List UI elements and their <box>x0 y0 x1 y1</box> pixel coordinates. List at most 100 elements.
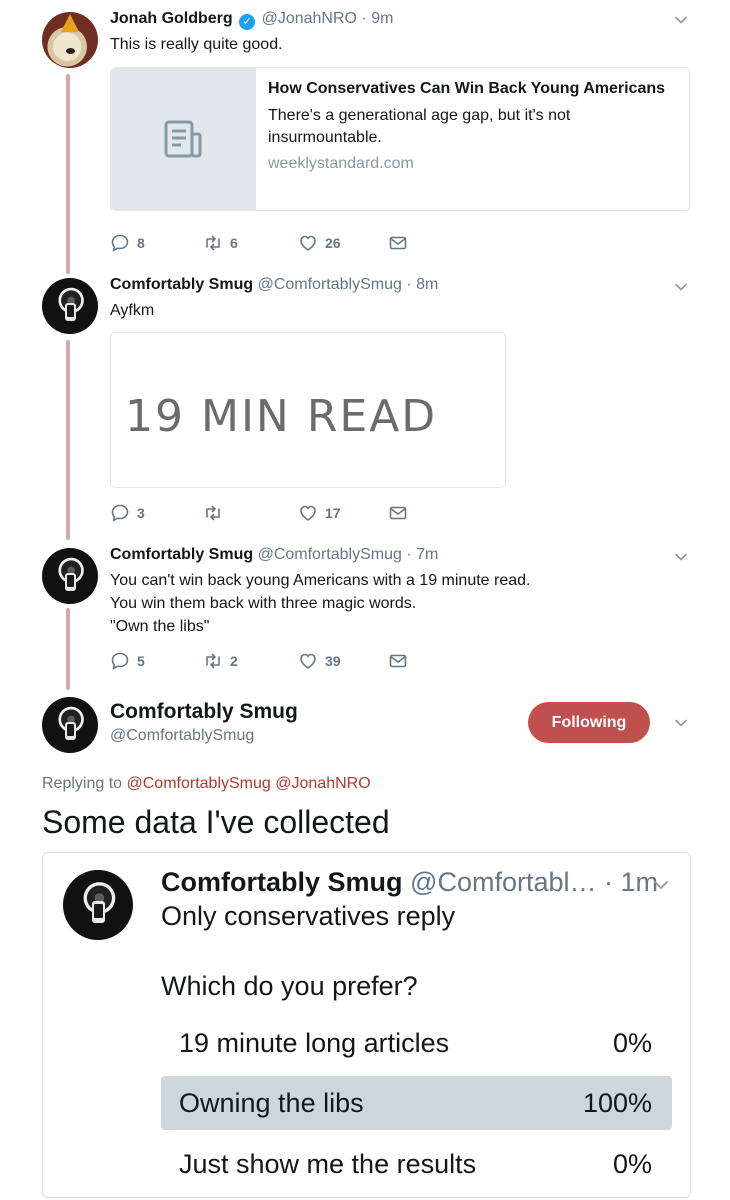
tweet-header: Comfortably Smug @ComfortablySmug · 8m <box>110 276 438 294</box>
heart-icon <box>300 235 316 251</box>
tweet-text: Ayfkm <box>110 302 155 319</box>
retweet-count: 2 <box>230 653 238 669</box>
tweet-actions: 5 2 39 <box>110 651 408 671</box>
thread-connector <box>66 608 70 690</box>
author-name[interactable]: Comfortably Smug <box>110 276 253 293</box>
poll-question: Which do you prefer? <box>161 971 418 1001</box>
reply-button[interactable]: 5 <box>110 651 203 671</box>
retweet-button[interactable]: 6 <box>203 233 298 253</box>
reply-count: 8 <box>137 235 145 251</box>
tweet-text: Some data I've collected <box>42 804 390 840</box>
poll-option-label: Just show me the results <box>179 1149 477 1179</box>
heart-icon <box>300 505 316 521</box>
message-button[interactable] <box>388 651 408 671</box>
tweet-time[interactable]: · 9m <box>361 10 393 27</box>
reply-count: 5 <box>137 653 145 669</box>
like-button[interactable]: 17 <box>298 503 388 523</box>
avatar[interactable] <box>42 548 98 604</box>
thread-connector <box>66 340 70 540</box>
tweet-text-line: "Own the libs" <box>110 618 210 635</box>
card-thumbnail <box>111 68 256 210</box>
author-handle[interactable]: @ComfortablySmug <box>258 546 402 563</box>
reply-icon <box>111 504 129 522</box>
reply-mention-link[interactable]: @JonahNRO <box>275 775 370 792</box>
tweet-text: You can't win back young Americans with … <box>110 569 530 638</box>
quoted-header: Comfortably Smug @Comfortabl… · 1m <box>161 867 658 898</box>
poll-option-percent: 0% <box>612 1028 652 1058</box>
author-handle: @Comfortabl… <box>410 867 597 897</box>
retweet-button[interactable]: 2 <box>203 651 298 671</box>
tweet-time: · 1m <box>604 867 659 897</box>
reply-button[interactable]: 8 <box>110 233 203 253</box>
tweet-actions: 3 17 <box>110 503 408 523</box>
retweet-icon <box>206 235 220 251</box>
like-count: 26 <box>325 235 341 251</box>
chevron-down-icon[interactable] <box>674 280 688 294</box>
tweet-header: Jonah Goldberg ✓ @JonahNRO · 9m <box>110 10 393 30</box>
replying-to: Replying to @ComfortablySmug @JonahNRO <box>42 775 371 793</box>
tweet-actions: 8 6 26 <box>110 233 408 253</box>
message-button[interactable] <box>388 503 408 523</box>
reply-icon <box>111 652 129 670</box>
poll-option: 19 minute long articles 0% <box>161 1016 672 1070</box>
tweet-text-line: You win them back with three magic words… <box>110 595 417 612</box>
following-button[interactable]: Following <box>528 702 650 743</box>
chevron-down-icon <box>653 877 669 893</box>
chevron-down-icon[interactable] <box>674 716 688 730</box>
reply-count: 3 <box>137 505 145 521</box>
author-name[interactable]: Jonah Goldberg <box>110 10 233 27</box>
like-button[interactable]: 26 <box>298 233 388 253</box>
card-description: There's a generational age gap, but it's… <box>268 107 571 146</box>
author-name: Comfortably Smug <box>161 867 403 897</box>
like-button[interactable]: 39 <box>298 651 388 671</box>
chevron-down-icon[interactable] <box>674 13 688 27</box>
poll-option: Owning the libs 100% <box>161 1076 672 1130</box>
author-handle[interactable]: @ComfortablySmug <box>258 276 402 293</box>
like-count: 39 <box>325 653 341 669</box>
poll-option-percent: 0% <box>612 1149 652 1179</box>
quoted-text: Only conservatives reply <box>161 901 456 931</box>
tweet-header: Comfortably Smug @ComfortablySmug · 7m <box>110 546 438 564</box>
retweet-icon <box>206 653 220 669</box>
retweet-button[interactable] <box>203 503 298 523</box>
poll-option-percent: 100% <box>582 1088 652 1118</box>
poll-option-label: 19 minute long articles <box>179 1028 450 1058</box>
thread-connector <box>66 74 70 274</box>
avatar[interactable] <box>42 12 98 68</box>
envelope-icon <box>389 654 407 668</box>
envelope-icon <box>389 506 407 520</box>
author-name[interactable]: Comfortably Smug <box>110 546 253 563</box>
chevron-down-icon[interactable] <box>674 550 688 564</box>
heart-icon <box>300 653 316 669</box>
author-handle[interactable]: @ComfortablySmug <box>110 727 254 745</box>
verified-icon: ✓ <box>239 14 256 30</box>
avatar[interactable] <box>42 697 98 753</box>
tweet-time[interactable]: · 8m <box>406 276 438 293</box>
poll-option: Just show me the results 0% <box>161 1137 672 1191</box>
envelope-icon <box>389 236 407 250</box>
like-count: 17 <box>325 505 341 521</box>
quoted-poll-image[interactable]: Comfortably Smug @Comfortabl… · 1m Only … <box>42 852 691 1198</box>
author-handle[interactable]: @JonahNRO <box>262 10 357 27</box>
reply-icon <box>111 234 129 252</box>
reply-button[interactable]: 3 <box>110 503 203 523</box>
attached-image[interactable]: 19 MIN READ <box>110 332 506 488</box>
card-domain: weeklystandard.com <box>268 155 414 172</box>
avatar[interactable] <box>42 278 98 334</box>
author-name[interactable]: Comfortably Smug <box>110 700 298 724</box>
poll-option-label: Owning the libs <box>179 1088 364 1118</box>
tweet-text-line: You can't win back young Americans with … <box>110 572 531 589</box>
replying-prefix: Replying to <box>42 775 123 792</box>
retweet-icon <box>206 505 220 521</box>
message-button[interactable] <box>388 233 408 253</box>
image-text: 19 MIN READ <box>125 391 438 442</box>
tweet-text: This is really quite good. <box>110 36 283 53</box>
document-icon <box>163 120 203 160</box>
card-title: How Conservatives Can Win Back Young Ame… <box>268 80 666 97</box>
avatar <box>63 870 133 940</box>
link-card[interactable]: How Conservatives Can Win Back Young Ame… <box>110 67 690 211</box>
reply-mention-link[interactable]: @ComfortablySmug <box>127 775 271 792</box>
party-hat-icon <box>61 14 79 32</box>
tweet-time[interactable]: · 7m <box>406 546 438 563</box>
retweet-count: 6 <box>230 235 238 251</box>
